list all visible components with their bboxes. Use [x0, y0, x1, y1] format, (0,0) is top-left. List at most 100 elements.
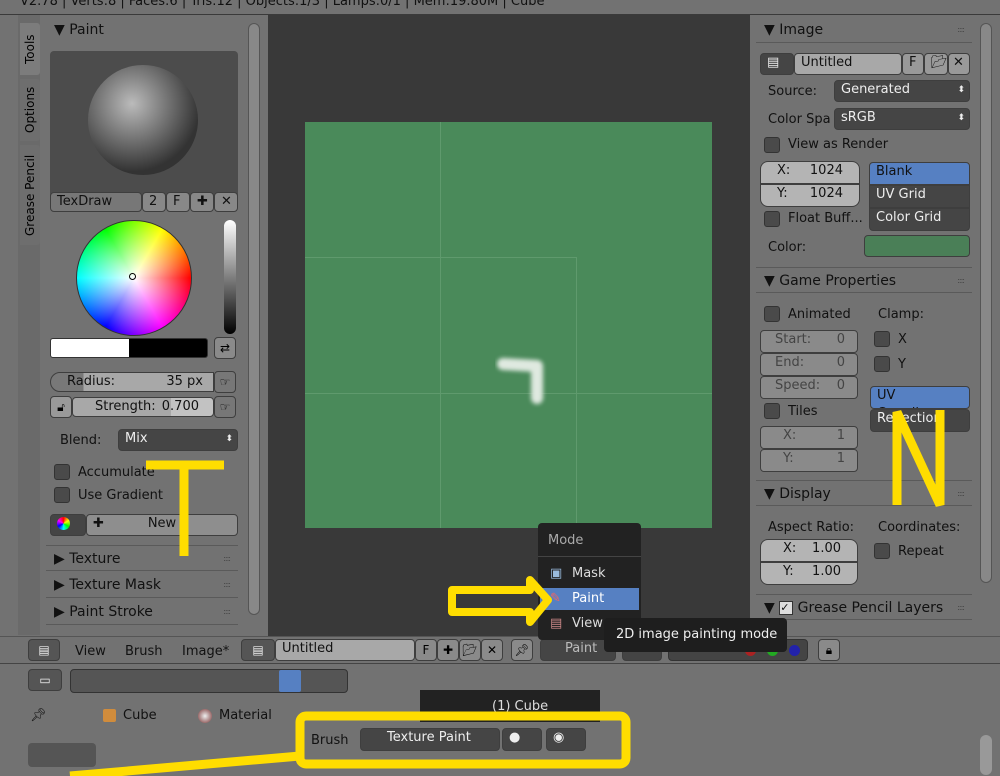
clamp-x-label: X	[898, 332, 907, 347]
aspect-x-field[interactable]: X: 1.00	[760, 539, 858, 562]
tiles-checkbox[interactable]	[764, 403, 780, 419]
tab-tools[interactable]: Tools	[20, 23, 40, 75]
clamp-x-checkbox[interactable]	[874, 331, 890, 347]
strength-slider[interactable]: Strength: 0.700	[72, 397, 214, 417]
new-image-icon[interactable]: ✚	[437, 639, 459, 661]
image-color-swatch[interactable]	[864, 235, 970, 257]
unlink-image-icon[interactable]: ✕	[481, 639, 503, 661]
texture-mask-panel-header[interactable]: ▶ Texture Mask::::	[46, 572, 238, 598]
toolshelf-tabs: Tools Options Grease Pencil	[18, 15, 40, 635]
end-field[interactable]: End: 0	[760, 353, 858, 376]
color-picker-cursor[interactable]	[129, 273, 136, 280]
open-image-icon[interactable]: 📂︎	[924, 53, 948, 75]
accumulate-checkbox[interactable]	[54, 464, 70, 480]
view-as-render-checkbox[interactable]	[764, 137, 780, 153]
menu-brush[interactable]: Brush	[125, 644, 163, 659]
lock-icon[interactable]: 🔒︎	[818, 639, 840, 661]
mode-tooltip: 2D image painting mode	[604, 618, 787, 652]
repeat-checkbox[interactable]	[874, 543, 890, 559]
brush-shape-dropdown[interactable]: ●	[502, 728, 542, 751]
float-buffer-label: Float Buff...	[788, 211, 863, 226]
mode-paint-item[interactable]: ✎ Paint	[540, 588, 639, 610]
paint-panel-header[interactable]: ▼ Paint	[46, 17, 246, 43]
mode-mask-item[interactable]: ▣ Mask	[540, 563, 639, 585]
animated-checkbox[interactable]	[764, 306, 780, 322]
image-editor-canvas[interactable]	[268, 15, 750, 636]
properties-scrollbar[interactable]	[980, 735, 992, 775]
clamp-y-checkbox[interactable]	[874, 356, 890, 372]
properties-sidebar: ▼ Image:::: ▤ Untitled F 📂︎ ✕ Source: Ge…	[752, 15, 1000, 636]
brush-name-field[interactable]: TexDraw	[50, 192, 142, 212]
header-fake-user[interactable]: F	[415, 639, 437, 661]
open-image-icon[interactable]: 📂︎	[459, 639, 481, 661]
unlink-image-icon[interactable]: ✕	[948, 53, 970, 75]
remove-brush-icon[interactable]: ✕	[214, 192, 238, 212]
game-properties-header[interactable]: ▼ Game Properties::::	[756, 267, 972, 293]
tiles-y-field[interactable]: Y: 1	[760, 449, 858, 472]
uv-coordinates-button[interactable]: UV Coordina...	[870, 386, 970, 409]
new-palette-button[interactable]: ✚ New	[86, 514, 238, 536]
pin-icon[interactable]: 📌︎	[511, 639, 533, 661]
pressure-radius-icon[interactable]: ☞	[214, 371, 236, 393]
tiles-x-field[interactable]: X: 1	[760, 426, 858, 449]
add-brush-icon[interactable]: ✚	[190, 192, 214, 212]
type-color-grid-button[interactable]: Color Grid	[869, 208, 970, 231]
aspect-y-field[interactable]: Y: 1.00	[760, 562, 858, 585]
editor-type-icon[interactable]: ▤	[28, 639, 60, 661]
texture-context-buttons[interactable]	[28, 743, 96, 767]
type-blank-button[interactable]: Blank	[869, 162, 970, 185]
value-slider[interactable]	[224, 220, 236, 334]
pressure-strength-icon[interactable]: ☞	[214, 396, 236, 418]
grease-pencil-layers-header[interactable]: ▼ ✓ Grease Pencil Layers::::	[756, 594, 972, 620]
width-field[interactable]: X: 1024	[760, 161, 860, 184]
properties-editor-type-icon[interactable]: ▭	[28, 669, 62, 691]
image-browse-icon[interactable]: ▤	[241, 639, 275, 661]
reflection-button[interactable]: Reflection	[870, 409, 970, 432]
image-name-field[interactable]: Untitled	[794, 53, 902, 75]
pin-icon[interactable]: 📌︎	[30, 708, 47, 723]
paint-stroke-panel-header[interactable]: ▶ Paint Stroke::::	[46, 599, 238, 625]
coordinates-label: Coordinates:	[878, 520, 961, 535]
speed-field[interactable]: Speed: 0	[760, 376, 858, 399]
tab-options[interactable]: Options	[20, 79, 40, 141]
tool-shelf-scrollbar[interactable]	[248, 23, 260, 615]
tab-grease-pencil[interactable]: Grease Pencil	[20, 145, 40, 245]
menu-image[interactable]: Image*	[182, 644, 229, 659]
blend-dropdown[interactable]: Mix ⬍	[118, 429, 238, 451]
display-panel-header[interactable]: ▼ Display::::	[756, 480, 972, 506]
colorspace-dropdown[interactable]: sRGB ⬍	[834, 108, 970, 130]
blue-channel-icon[interactable]	[789, 645, 800, 656]
height-field[interactable]: Y: 1024	[760, 184, 860, 207]
palette-selector[interactable]	[50, 514, 86, 536]
brush-preview[interactable]	[50, 51, 238, 205]
image-canvas[interactable]	[305, 122, 712, 528]
use-gradient-checkbox[interactable]	[54, 487, 70, 503]
repeat-label: Repeat	[898, 544, 944, 559]
swap-colors-icon[interactable]: ⇄	[214, 337, 236, 359]
context-tabs[interactable]	[70, 669, 348, 693]
image-browse-icon[interactable]: ▤	[760, 53, 794, 75]
sidebar-scrollbar[interactable]	[980, 23, 992, 583]
radius-slider[interactable]: Radius: 35 px	[50, 372, 214, 392]
image-fake-user-button[interactable]: F	[902, 53, 924, 75]
lock-strength-icon[interactable]: 🔓︎	[50, 396, 72, 418]
type-uv-grid-button[interactable]: UV Grid	[869, 185, 970, 208]
palette-icon	[57, 517, 70, 530]
brush-texture-paint-dropdown[interactable]: Texture Paint	[360, 728, 500, 751]
texture-tab-icon[interactable]	[279, 670, 301, 692]
brush-label: Brush	[311, 733, 349, 748]
primary-secondary-colors[interactable]	[50, 338, 208, 358]
image-panel-header[interactable]: ▼ Image::::	[756, 17, 972, 43]
grease-pencil-checkbox[interactable]: ✓	[779, 601, 794, 615]
start-field[interactable]: Start: 0	[760, 330, 858, 353]
source-dropdown[interactable]: Generated ⬍	[834, 80, 970, 102]
texture-panel-header[interactable]: ▶ Texture::::	[46, 545, 238, 571]
info-bar: V2.78 | Verts:8 | Faces:6 | Tris:12 | Ob…	[0, 0, 1000, 15]
float-buffer-checkbox[interactable]	[764, 211, 780, 227]
brush-users[interactable]: 2	[142, 192, 166, 212]
brush-texture-dropdown[interactable]: ◉	[546, 728, 586, 751]
source-label: Source:	[768, 84, 818, 99]
menu-view[interactable]: View	[75, 644, 106, 659]
fake-user-button[interactable]: F	[166, 192, 190, 212]
header-image-name[interactable]: Untitled	[275, 639, 415, 661]
